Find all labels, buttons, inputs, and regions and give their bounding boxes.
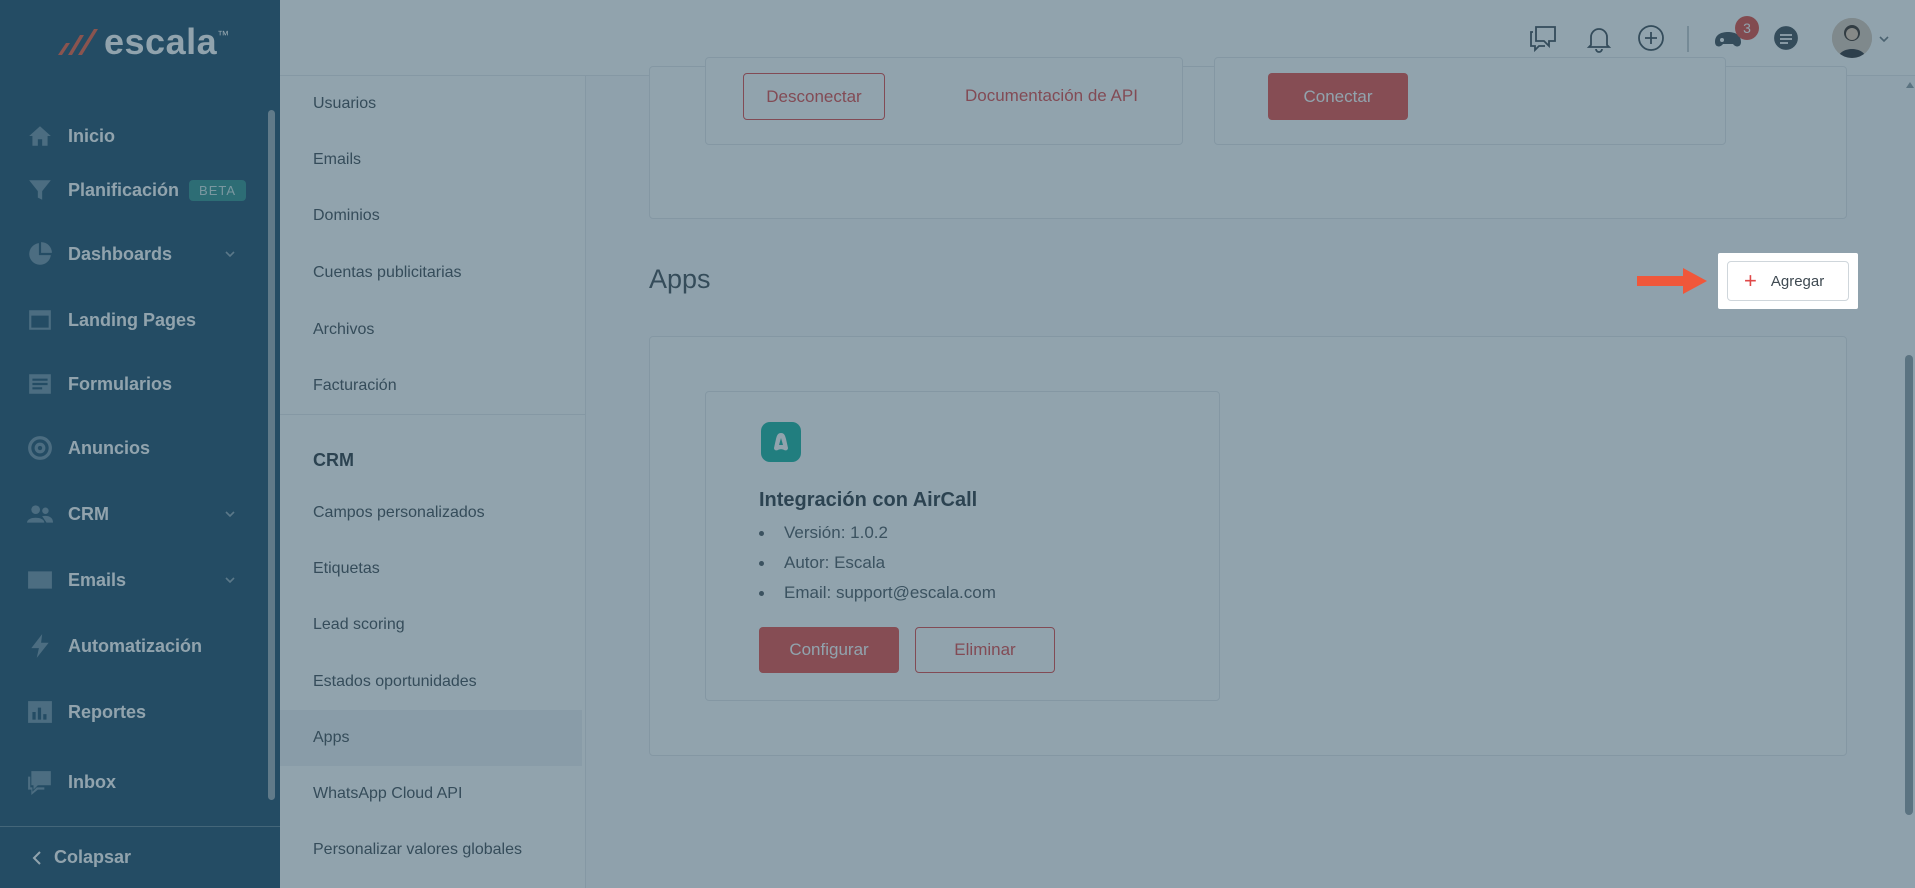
app-author: Autor: Escala [759, 548, 996, 578]
sidebar-item-inicio[interactable]: Inicio [0, 108, 270, 164]
browser-window-icon [26, 306, 54, 334]
app-version: Versión: 1.0.2 [759, 518, 996, 548]
api-documentation-link[interactable]: Documentación de API [965, 86, 1138, 106]
main-content: Desconectar Documentación de API Conecta… [586, 57, 1915, 888]
connect-button[interactable]: Conectar [1268, 73, 1408, 120]
envelope-icon [26, 566, 54, 594]
submenu-item-personalizar-valores-globales[interactable]: Personalizar valores globales [280, 822, 582, 878]
home-icon [26, 122, 54, 150]
chevron-down-icon [225, 251, 235, 258]
collapse-label: Colapsar [54, 847, 132, 867]
form-icon [26, 370, 54, 398]
sidebar-item-dashboards[interactable]: Dashboards [0, 226, 270, 282]
scroll-up-arrow[interactable] [1906, 82, 1914, 88]
sidebar-item-planificacion[interactable]: Planificación BETA [0, 162, 270, 218]
chevron-down-icon [225, 511, 235, 518]
collapse-sidebar-button[interactable]: Colapsar [0, 826, 280, 888]
main-sidebar: escala ™ Inicio Planificación BETA Dashb… [0, 0, 280, 888]
sidebar-item-inbox[interactable]: Inbox [0, 754, 270, 810]
sidebar-item-landing-pages[interactable]: Landing Pages [0, 292, 270, 348]
bar-chart-icon [26, 698, 54, 726]
submenu-item-archivos[interactable]: Archivos [280, 302, 582, 358]
pie-chart-icon [26, 240, 54, 268]
sidebar-item-automatizacion[interactable]: Automatización [0, 618, 270, 674]
apps-panel: Integración con AirCall Versión: 1.0.2 A… [649, 336, 1847, 756]
apps-section-title: Apps [649, 264, 711, 294]
disconnect-button[interactable]: Desconectar [743, 73, 885, 120]
app-email: Email: support@escala.com [759, 578, 996, 608]
sidebar-scrollbar[interactable] [268, 110, 275, 800]
add-app-button[interactable]: + Agregar [1727, 261, 1849, 301]
sidebar-item-label: Landing Pages [68, 309, 197, 330]
sidebar-item-emails[interactable]: Emails [0, 552, 270, 608]
submenu-item-whatsapp-cloud-api[interactable]: WhatsApp Cloud API [280, 766, 582, 822]
aircall-logo-icon [761, 422, 801, 462]
sidebar-item-label: Dashboards [68, 243, 173, 264]
sidebar-item-label: Reportes [68, 701, 147, 722]
sidebar-item-label: Inicio [68, 125, 116, 146]
submenu-item-cuentas-publicitarias[interactable]: Cuentas publicitarias [280, 245, 582, 301]
app-card: Integración con AirCall Versión: 1.0.2 A… [705, 391, 1220, 701]
settings-submenu: Usuarios Emails Dominios Cuentas publici… [280, 76, 586, 888]
app-title: Integración con AirCall [759, 489, 978, 511]
plus-icon: + [1744, 268, 1757, 293]
brand-logo[interactable]: escala ™ [56, 21, 230, 62]
delete-button[interactable]: Eliminar [915, 627, 1055, 673]
notification-count-badge: 3 [1735, 16, 1759, 40]
sidebar-item-label: Inbox [68, 771, 116, 792]
sidebar-item-label: Planificación [68, 179, 180, 200]
app-details-list: Versión: 1.0.2 Autor: Escala Email: supp… [759, 518, 996, 608]
integration-card: Conectar [1214, 57, 1726, 145]
lightning-icon [26, 632, 54, 660]
submenu-item-lead-scoring[interactable]: Lead scoring [280, 597, 582, 653]
submenu-item-campos-personalizados[interactable]: Campos personalizados [280, 485, 582, 541]
main-scrollbar[interactable] [1905, 355, 1913, 815]
chevron-down-icon [225, 577, 235, 584]
sidebar-item-label: CRM [68, 503, 109, 524]
integration-card: Desconectar Documentación de API [705, 57, 1183, 145]
submenu-item-etiquetas[interactable]: Etiquetas [280, 541, 582, 597]
bell-icon[interactable] [1581, 20, 1617, 56]
sidebar-item-label: Formularios [68, 373, 173, 394]
sidebar-item-label: Emails [68, 569, 127, 590]
sidebar-item-reportes[interactable]: Reportes [0, 684, 270, 740]
sidebar-item-label: Automatización [68, 635, 203, 656]
submenu-item-dominios[interactable]: Dominios [280, 188, 582, 244]
sidebar-item-crm[interactable]: CRM [0, 486, 270, 542]
submenu-item-facturacion[interactable]: Facturación [280, 358, 582, 414]
submenu-divider [280, 414, 586, 415]
target-icon [26, 434, 54, 462]
spotlight-frame: + Agregar [1718, 253, 1858, 309]
chevron-down-icon[interactable] [1878, 33, 1890, 45]
integrations-panel: Desconectar Documentación de API Conecta… [649, 57, 1847, 219]
sidebar-item-label: Anuncios [68, 437, 151, 458]
users-icon [26, 500, 54, 528]
submenu-item-emails[interactable]: Emails [280, 132, 582, 188]
submenu-heading-crm: CRM [313, 450, 354, 470]
sidebar-item-formularios[interactable]: Formularios [0, 356, 270, 412]
user-avatar[interactable] [1832, 18, 1872, 58]
escala-logo-mark-icon [58, 29, 98, 55]
configure-button[interactable]: Configurar [759, 627, 899, 673]
add-circle-icon[interactable] [1633, 20, 1669, 56]
chat-bubbles-icon [26, 768, 54, 796]
support-chat-icon[interactable] [1768, 20, 1804, 56]
header-divider [1687, 26, 1689, 52]
add-app-label: Agregar [1770, 272, 1825, 290]
brand-trademark: ™ [217, 28, 230, 42]
filter-icon [26, 176, 54, 204]
sidebar-item-anuncios[interactable]: Anuncios [0, 420, 270, 476]
submenu-item-usuarios[interactable]: Usuarios [280, 76, 582, 132]
messages-icon[interactable] [1525, 20, 1561, 56]
brand-name: escala [104, 21, 218, 62]
beta-badge: BETA [189, 179, 247, 201]
chevron-left-icon [32, 850, 41, 865]
submenu-item-estados-oportunidades[interactable]: Estados oportunidades [280, 654, 582, 710]
submenu-item-apps[interactable]: Apps [280, 710, 582, 766]
pointer-arrow-icon [1637, 268, 1707, 294]
